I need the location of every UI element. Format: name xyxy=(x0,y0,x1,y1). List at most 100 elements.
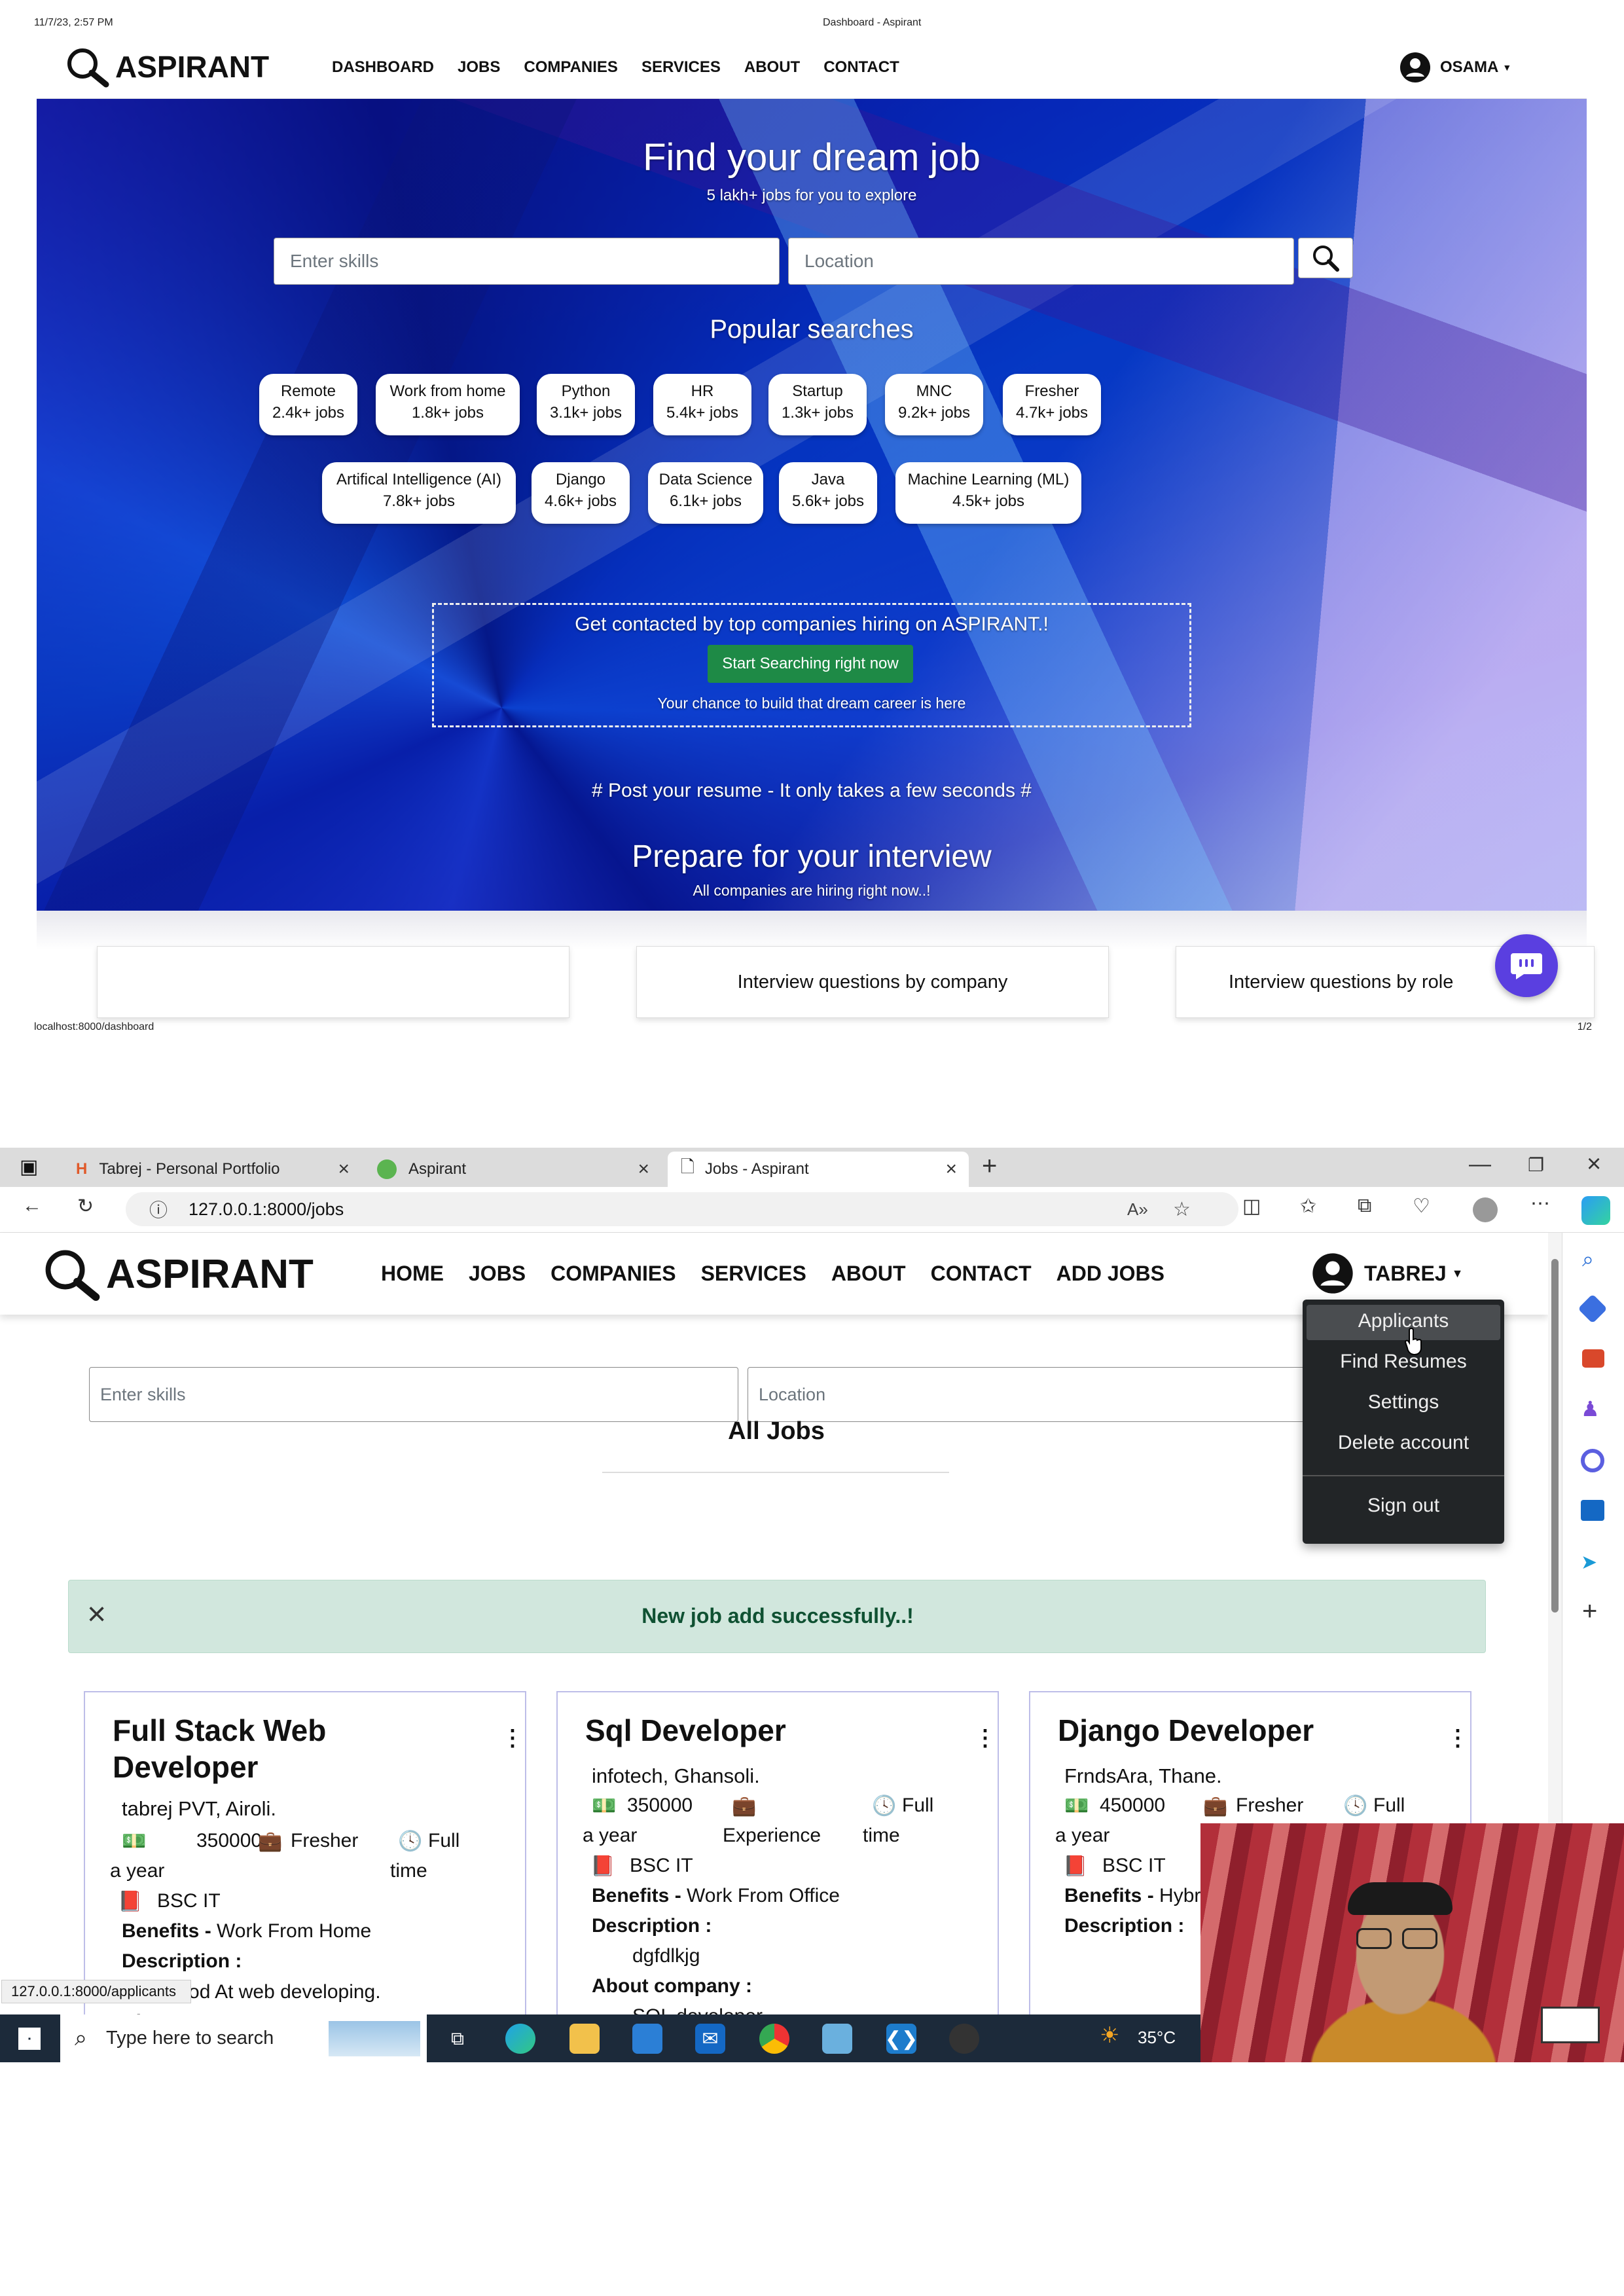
tools-icon[interactable] xyxy=(1582,1349,1604,1368)
menu-applicants[interactable]: Applicants xyxy=(1303,1310,1504,1332)
search-button[interactable] xyxy=(1298,238,1353,278)
print-page-number: 1/2 xyxy=(1577,1021,1592,1032)
info-icon[interactable]: ⓘ xyxy=(149,1196,168,1222)
profile-avatar-icon[interactable] xyxy=(1473,1197,1498,1222)
more-options-icon[interactable]: ⋮ xyxy=(974,1725,996,1751)
popular-pill-java[interactable]: Java 5.6k+ jobs xyxy=(779,462,877,524)
games-icon[interactable]: ♟ xyxy=(1581,1396,1600,1421)
brand-logo[interactable]: ASPIRANT xyxy=(39,1245,314,1303)
menu-find-resumes[interactable]: Find Resumes xyxy=(1303,1351,1504,1373)
location-input[interactable]: Location xyxy=(748,1367,1310,1422)
popular-pill-hr[interactable]: HR 5.4k+ jobs xyxy=(653,374,751,435)
more-options-icon[interactable]: ⋮ xyxy=(501,1725,524,1751)
tab-aspirant[interactable]: Aspirant × xyxy=(367,1152,661,1187)
back-icon[interactable]: ← xyxy=(22,1195,42,1217)
more-options-icon[interactable]: ⋯ xyxy=(1530,1192,1550,1215)
telegram-icon[interactable]: ➤ xyxy=(1581,1551,1597,1574)
nav-companies[interactable]: COMPANIES xyxy=(524,58,618,77)
job-salary-period: a year xyxy=(110,1860,165,1882)
nav-add-jobs[interactable]: ADD JOBS xyxy=(1056,1262,1164,1286)
vscode-icon[interactable]: ❮❯ xyxy=(885,2024,918,2054)
post-resume-text[interactable]: # Post your resume - It only takes a few… xyxy=(37,780,1587,802)
close-tab-icon[interactable]: × xyxy=(338,1158,350,1180)
tab-actions-icon[interactable]: ▣ xyxy=(20,1156,38,1178)
refresh-icon[interactable]: ↻ xyxy=(77,1195,94,1218)
outlook-icon[interactable] xyxy=(1581,1500,1604,1521)
add-sidebar-icon[interactable]: + xyxy=(1582,1597,1597,1626)
shopping-tag-icon[interactable] xyxy=(1578,1294,1608,1324)
tab-jobs-aspirant[interactable]: 🗋 Jobs - Aspirant × xyxy=(668,1152,969,1187)
close-tab-icon[interactable]: × xyxy=(945,1158,957,1180)
url-bar[interactable]: ⓘ 127.0.0.1:8000/jobs A» ☆ xyxy=(126,1192,1238,1226)
github-desktop-icon[interactable] xyxy=(949,2024,979,2054)
nav-contact[interactable]: CONTACT xyxy=(931,1262,1032,1286)
nav-about[interactable]: ABOUT xyxy=(831,1262,906,1286)
windows-start-icon[interactable] xyxy=(18,2028,41,2050)
nav-jobs[interactable]: JOBS xyxy=(458,58,500,77)
close-window-icon[interactable]: × xyxy=(1587,1150,1601,1178)
popular-pill-ml[interactable]: Machine Learning (ML) 4.5k+ jobs xyxy=(895,462,1081,524)
menu-delete-account[interactable]: Delete account xyxy=(1303,1432,1504,1454)
collections-icon[interactable]: ⧉ xyxy=(1358,1195,1371,1217)
skills-input[interactable]: Enter skills xyxy=(274,238,780,285)
site-nav: HOME JOBS COMPANIES SERVICES ABOUT CONTA… xyxy=(381,1262,1164,1286)
file-explorer-icon[interactable] xyxy=(569,2024,600,2054)
extensions-icon[interactable]: ♡ xyxy=(1413,1195,1430,1218)
microsoft365-icon[interactable] xyxy=(1581,1449,1604,1472)
nav-about[interactable]: ABOUT xyxy=(744,58,800,77)
skills-input[interactable]: Enter skills xyxy=(89,1367,738,1422)
taskbar-search[interactable]: ⌕ Type here to search xyxy=(60,2014,427,2062)
new-tab-icon[interactable]: + xyxy=(982,1152,997,1181)
copilot-icon[interactable] xyxy=(1581,1196,1610,1225)
read-aloud-icon[interactable]: A» xyxy=(1127,1199,1148,1220)
nav-dashboard[interactable]: DASHBOARD xyxy=(332,58,434,77)
clock-icon: 🕓 xyxy=(1343,1795,1368,1817)
user-menu[interactable]: OSAMA ▼ xyxy=(1399,52,1511,83)
popular-pill-django[interactable]: Django 4.6k+ jobs xyxy=(532,462,630,524)
book-icon: 📕 xyxy=(1063,1855,1088,1877)
minimize-icon[interactable]: — xyxy=(1469,1152,1491,1177)
hair xyxy=(1348,1882,1453,1915)
menu-sign-out[interactable]: Sign out xyxy=(1303,1495,1504,1517)
popular-pill-startup[interactable]: Startup 1.3k+ jobs xyxy=(768,374,867,435)
nav-companies[interactable]: COMPANIES xyxy=(550,1262,676,1286)
store-icon[interactable] xyxy=(632,2024,662,2054)
brand-logo[interactable]: ASPIRANT xyxy=(63,44,269,90)
popular-pill-fresher[interactable]: Fresher 4.7k+ jobs xyxy=(1003,374,1101,435)
start-searching-button[interactable]: Start Searching right now xyxy=(708,645,913,683)
favorite-star-icon[interactable]: ☆ xyxy=(1173,1198,1191,1221)
chrome-icon[interactable] xyxy=(759,2024,789,2054)
job-card[interactable]: Sql Developer ⋮ infotech, Ghansoli. 💵 35… xyxy=(556,1691,999,2025)
interview-card-1[interactable] xyxy=(97,946,569,1018)
split-screen-icon[interactable]: ◫ xyxy=(1242,1195,1261,1218)
chat-button[interactable] xyxy=(1495,934,1558,997)
job-card[interactable]: Full Stack Web Developer ⋮ tabrej PVT, Ai… xyxy=(84,1691,526,2025)
nav-home[interactable]: HOME xyxy=(381,1262,444,1286)
favorites-icon[interactable]: ✩ xyxy=(1300,1195,1316,1218)
nav-jobs[interactable]: JOBS xyxy=(469,1262,526,1286)
notepad-icon[interactable] xyxy=(822,2024,852,2054)
task-view-icon[interactable]: ⧉ xyxy=(442,2024,473,2054)
close-tab-icon[interactable]: × xyxy=(638,1158,649,1180)
restore-icon[interactable]: ❐ xyxy=(1528,1154,1544,1176)
interview-section: Interview questions by company Interview… xyxy=(37,911,1595,1018)
more-options-icon[interactable]: ⋮ xyxy=(1447,1725,1469,1751)
nav-contact[interactable]: CONTACT xyxy=(823,58,899,77)
popular-pill-data-science[interactable]: Data Science 6.1k+ jobs xyxy=(648,462,763,524)
nav-services[interactable]: SERVICES xyxy=(641,58,721,77)
interview-card-company[interactable]: Interview questions by company xyxy=(636,946,1109,1018)
search-sidebar-icon[interactable]: ⌕ xyxy=(1582,1247,1594,1272)
nav-services[interactable]: SERVICES xyxy=(701,1262,806,1286)
tab-portfolio[interactable]: H Tabrej - Personal Portfolio × xyxy=(60,1152,361,1187)
popular-pill-mnc[interactable]: MNC 9.2k+ jobs xyxy=(885,374,983,435)
scrollbar-thumb[interactable] xyxy=(1551,1259,1559,1613)
popular-pill-ai[interactable]: Artifical Intelligence (AI) 7.8k+ jobs xyxy=(322,462,516,524)
popular-pill-python[interactable]: Python 3.1k+ jobs xyxy=(537,374,635,435)
edge-taskbar-icon[interactable] xyxy=(505,2024,535,2054)
mail-icon[interactable]: ✉ xyxy=(695,2024,725,2054)
menu-settings[interactable]: Settings xyxy=(1303,1391,1504,1413)
popular-pill-work-from-home[interactable]: Work from home 1.8k+ jobs xyxy=(376,374,520,435)
user-menu[interactable]: TABREJ ▼ xyxy=(1312,1252,1463,1294)
popular-pill-remote[interactable]: Remote 2.4k+ jobs xyxy=(259,374,357,435)
location-input[interactable]: Location xyxy=(788,238,1294,285)
